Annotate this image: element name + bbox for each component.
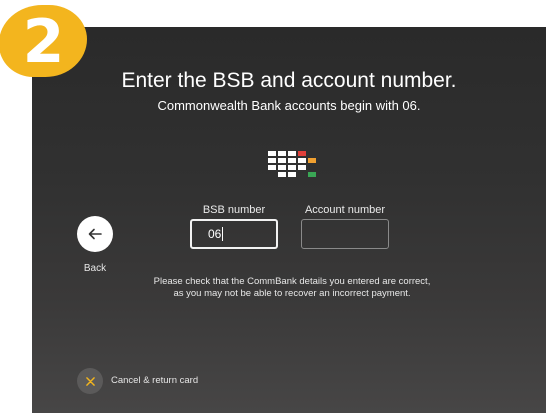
bsb-number-label: BSB number (202, 204, 266, 216)
cancel-return-card-label: Cancel & return card (111, 375, 199, 386)
step-number-badge: 2 (0, 6, 86, 77)
close-icon (85, 376, 95, 386)
back-button[interactable] (77, 216, 113, 252)
arrow-left-icon (88, 228, 102, 240)
cancel-return-card-button[interactable] (77, 368, 103, 394)
bsb-number-field[interactable]: 06 (190, 219, 278, 249)
account-number-label: Account number (304, 204, 386, 216)
notice-line-1: Please check that the CommBank details y… (153, 276, 431, 287)
notice-line-2: as you may not be able to recover an inc… (173, 288, 411, 299)
warning-notice: Please check that the CommBank details y… (132, 276, 452, 300)
account-number-field[interactable] (301, 219, 389, 249)
step-number: 2 (22, 7, 65, 77)
bsb-number-value: 06 (208, 227, 222, 241)
keypad-icon (268, 151, 316, 177)
atm-screen: Enter the BSB and account number. Common… (32, 27, 546, 413)
page-title: Enter the BSB and account number. (121, 69, 457, 92)
text-caret (222, 227, 224, 241)
page-subtitle: Commonwealth Bank accounts begin with 06… (157, 98, 421, 113)
back-label: Back (83, 263, 107, 274)
